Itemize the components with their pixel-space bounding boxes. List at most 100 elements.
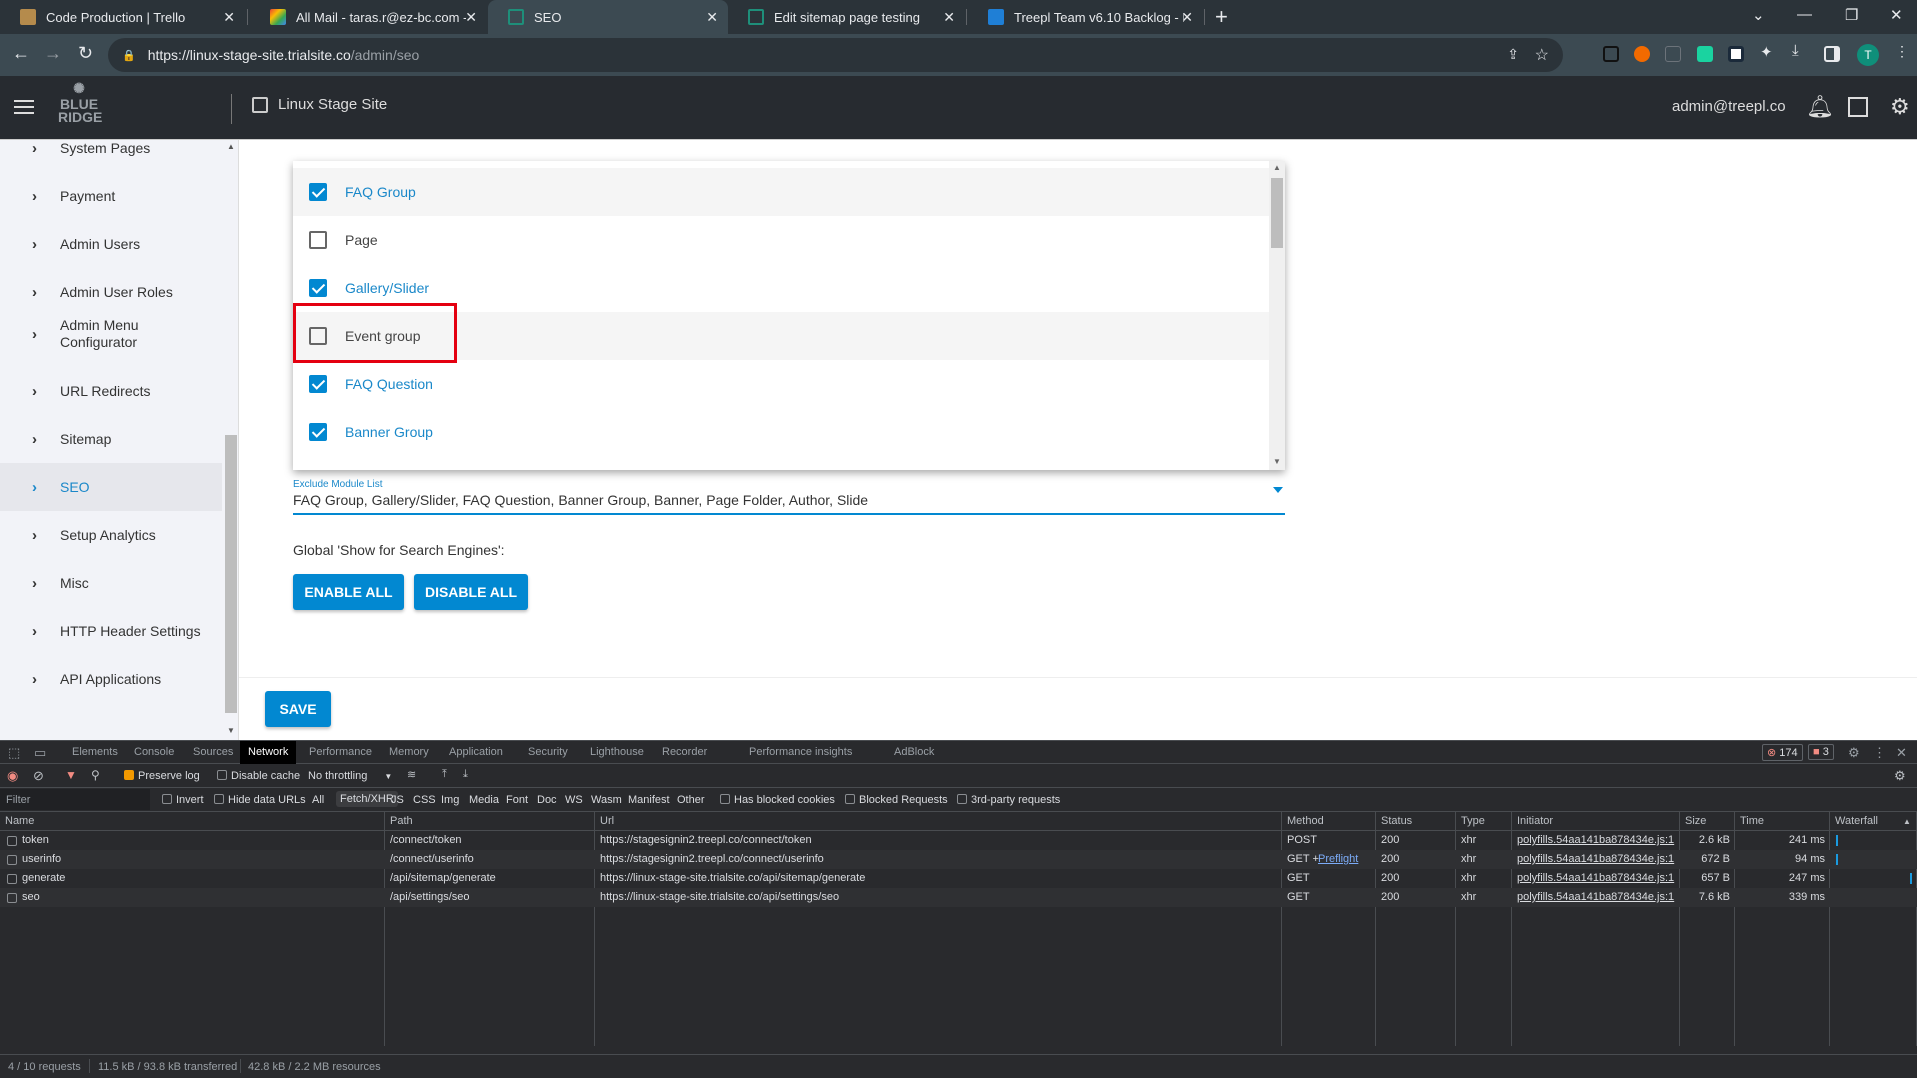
download-icon[interactable]: ⤓	[1792, 42, 1808, 59]
filter-funnel-icon[interactable]: ▼	[65, 768, 77, 782]
devtools-tab-application[interactable]: Application	[449, 741, 503, 764]
address-bar[interactable]: 🔒 https://linux-stage-site.trialsite.co/…	[108, 38, 1563, 72]
table-row[interactable]: generate/api/sitemap/generate https://lin…	[0, 869, 1917, 888]
extension-icon[interactable]	[1634, 46, 1650, 62]
exclude-module-list-field[interactable]: Exclude Module List FAQ Group, Gallery/S…	[293, 479, 1285, 515]
type-filter-css[interactable]: CSS	[413, 794, 436, 806]
column-header-method[interactable]: Method	[1287, 815, 1324, 827]
column-header-waterfall[interactable]: Waterfall	[1835, 815, 1878, 827]
devtools-tab-elements[interactable]: Elements	[72, 741, 118, 764]
filter-input[interactable]: Filter	[0, 789, 150, 810]
type-filter-wasm[interactable]: Wasm	[591, 794, 622, 806]
network-conditions-icon[interactable]: ≋	[407, 768, 416, 781]
throttling-select[interactable]: No throttling ▼	[308, 770, 392, 782]
module-option[interactable]: FAQ Group	[293, 168, 1269, 216]
request-initiator[interactable]: polyfills.54aa141ba878434e.js:1	[1517, 891, 1674, 903]
devtools-tab-console[interactable]: Console	[134, 741, 174, 764]
share-icon[interactable]: ⇪	[1507, 46, 1519, 63]
close-tab-icon[interactable]: ✕	[943, 9, 955, 26]
checkbox-checked-icon[interactable]	[309, 375, 327, 393]
clear-icon[interactable]: ⊘	[33, 768, 44, 784]
disable-all-button[interactable]: DISABLE ALL	[414, 574, 528, 610]
sidebar-item-http-header-settings[interactable]: › HTTP Header Settings	[0, 607, 222, 655]
reload-icon[interactable]: ↻	[78, 43, 93, 64]
row-checkbox[interactable]	[7, 855, 21, 867]
filter-checkbox-3rd-party-requests[interactable]: 3rd-party requests	[957, 794, 1060, 806]
devtools-tab-network[interactable]: Network	[240, 741, 297, 764]
type-filter-img[interactable]: Img	[441, 794, 459, 806]
import-har-icon[interactable]: ⤒	[442, 768, 447, 781]
column-header-size[interactable]: Size	[1685, 815, 1706, 827]
column-header-type[interactable]: Type	[1461, 815, 1485, 827]
module-option[interactable]: Banner Group	[293, 408, 1269, 456]
disable-cache-checkbox[interactable]: Disable cache	[217, 770, 300, 782]
devtools-tab-performance-insights[interactable]: Performance insights	[749, 741, 852, 764]
type-filter-media[interactable]: Media	[469, 794, 499, 806]
devtools-tab-security[interactable]: Security	[528, 741, 568, 764]
hamburger-menu-icon[interactable]	[14, 100, 34, 114]
devtools-tab-memory[interactable]: Memory	[389, 741, 429, 764]
column-header-status[interactable]: Status	[1381, 815, 1412, 827]
checkbox-checked-icon[interactable]	[309, 423, 327, 441]
bell-icon[interactable]: 🔔︎	[1806, 94, 1834, 120]
request-initiator[interactable]: polyfills.54aa141ba878434e.js:1	[1517, 872, 1674, 884]
table-row[interactable]: seo/api/settings/seo https://linux-stage-…	[0, 888, 1917, 907]
dropdown-scroll-thumb[interactable]	[1271, 178, 1283, 248]
devtools-tab-adblock[interactable]: AdBlock	[894, 741, 934, 764]
module-option[interactable]: FAQ Question	[293, 360, 1269, 408]
hide-data-urls-checkbox[interactable]: Hide data URLs	[214, 794, 306, 806]
sort-ascending-icon[interactable]: ▲	[1903, 817, 1911, 826]
request-initiator[interactable]: polyfills.54aa141ba878434e.js:1	[1517, 834, 1674, 846]
sidebar-item-api-applications[interactable]: › API Applications	[0, 655, 222, 703]
type-filter-other[interactable]: Other	[677, 794, 705, 806]
sidebar-item-url-redirects[interactable]: › URL Redirects	[0, 367, 222, 415]
close-tab-icon[interactable]: ✕	[465, 9, 477, 26]
export-har-icon[interactable]: ⤓	[463, 768, 468, 781]
record-icon[interactable]: ◉	[7, 768, 18, 784]
site-link[interactable]: Linux Stage Site	[252, 96, 387, 113]
sidebar-item-payment[interactable]: › Payment	[0, 172, 222, 220]
table-row[interactable]: token/connect/token https://stagesignin2.…	[0, 831, 1917, 850]
invert-checkbox[interactable]: Invert	[162, 794, 204, 806]
devtools-tab-performance[interactable]: Performance	[309, 741, 372, 764]
bookmark-star-icon[interactable]: ☆	[1535, 45, 1549, 65]
device-toolbar-icon[interactable]: ▭	[34, 741, 46, 764]
sidebar-item-system-pages[interactable]: › System Pages	[0, 140, 222, 172]
preserve-log-checkbox[interactable]: Preserve log	[124, 770, 200, 782]
puzzle-icon[interactable]: ✦	[1760, 43, 1776, 61]
close-tab-icon[interactable]: ✕	[706, 9, 718, 26]
sidepanel-icon[interactable]	[1824, 46, 1840, 62]
logo[interactable]: ✺ BLUE RIDGE	[58, 81, 102, 124]
preflight-link[interactable]: Preflight	[1318, 853, 1358, 865]
checkbox-icon[interactable]	[309, 231, 327, 249]
checkbox-checked-icon[interactable]	[309, 183, 327, 201]
column-header-time[interactable]: Time	[1740, 815, 1764, 827]
type-filter-js[interactable]: JS	[391, 794, 404, 806]
image-icon[interactable]	[1848, 97, 1868, 117]
row-checkbox[interactable]	[7, 874, 21, 886]
devtools-tab-recorder[interactable]: Recorder	[662, 741, 707, 764]
user-email[interactable]: admin@treepl.co	[1672, 98, 1786, 115]
extension-icon[interactable]	[1665, 46, 1681, 62]
enable-all-button[interactable]: ENABLE ALL	[293, 574, 404, 610]
browser-tab-sitemap[interactable]: Edit sitemap page testing ✕	[728, 0, 965, 34]
row-checkbox[interactable]	[7, 893, 21, 905]
row-checkbox[interactable]	[7, 836, 21, 848]
scroll-down-icon[interactable]: ▼	[227, 726, 235, 735]
devtools-settings-icon[interactable]: ⚙	[1848, 741, 1860, 764]
extension-icon[interactable]	[1697, 46, 1713, 62]
close-tab-icon[interactable]: ✕	[223, 9, 235, 26]
sidebar-item-setup-analytics[interactable]: › Setup Analytics	[0, 511, 222, 559]
gear-icon[interactable]: ⚙	[1890, 94, 1910, 120]
filter-checkbox-blocked-requests[interactable]: Blocked Requests	[845, 794, 948, 806]
column-header-path[interactable]: Path	[390, 815, 413, 827]
browser-tab-seo[interactable]: SEO ✕	[488, 0, 728, 34]
forward-icon[interactable]: →	[44, 43, 62, 64]
extension-icon[interactable]	[1728, 46, 1744, 62]
scroll-up-icon[interactable]: ▲	[227, 142, 235, 151]
scroll-down-icon[interactable]: ▼	[1273, 457, 1281, 466]
restore-icon[interactable]: ❐	[1845, 6, 1858, 24]
inspect-element-icon[interactable]: ⬚	[8, 741, 20, 764]
type-filter-manifest[interactable]: Manifest	[628, 794, 670, 806]
sidebar-item-sitemap[interactable]: › Sitemap	[0, 415, 222, 463]
